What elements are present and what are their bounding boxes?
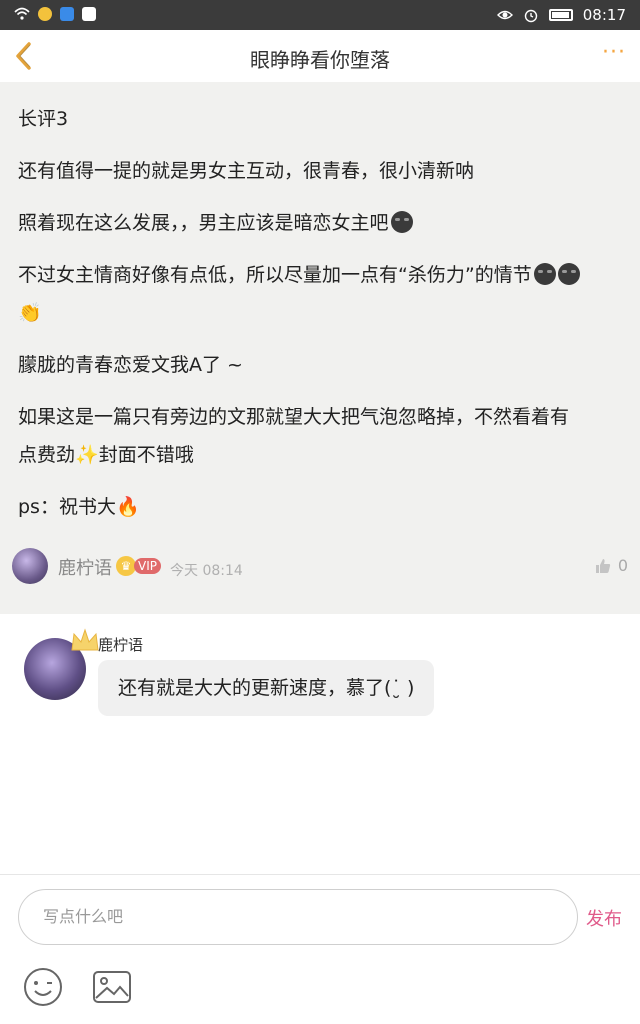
bulb-app-icon [38,7,52,21]
smirk-emoji-icon [557,263,580,285]
send-app-icon [60,7,74,21]
sparkle-emoji-icon: ✨ [75,444,99,466]
t-app-icon [82,7,96,21]
status-icons-left [14,6,96,22]
reply-item: 鹿柠语 还有就是大大的更新速度，慕了(˙̮ ) [0,626,640,726]
nav-bar: 眼睁睁看你堕落 ··· [0,30,640,83]
wifi-icon [14,7,30,20]
more-options-button[interactable]: ··· [602,40,626,65]
post-line-7: 点费劲✨封面不错哦 [18,444,194,466]
reply-author-name[interactable]: 鹿柠语 [98,634,143,655]
post-timestamp: 今天 08:14 [170,563,243,579]
status-time: 08:17 [582,6,626,24]
post-line-4: 不过女主情商好像有点低，所以尽量加一点有“杀伤力”的情节 [18,256,622,294]
crown-badge-icon: ♛ [116,556,136,576]
post-line-8: ps：祝书大🔥 [18,496,140,518]
post-line-1: 长评3 [18,108,69,130]
fire-emoji-icon: 🔥 [115,496,140,518]
page-title: 眼睁睁看你堕落 [250,48,390,72]
post-author-row: 鹿柠语 ♛ VIP 今天 08:14 0 [12,548,628,584]
author-name[interactable]: 鹿柠语 [58,554,112,580]
battery-icon [548,9,573,21]
like-count: 0 [617,556,628,575]
post-line-4b: 👏 [18,294,622,332]
thumbs-up-icon [595,558,610,573]
comment-input[interactable]: 写点什么吧 [18,889,578,945]
smirk-emoji-icon [533,263,556,285]
avatar[interactable] [12,548,48,584]
status-icons-right: 08:17 [496,6,626,24]
divider [0,874,640,875]
post-line-3: 照着现在这么发展，，男主应该是暗恋女主吧 [18,204,622,242]
crown-icon [71,628,99,651]
comment-post: 长评3 还有值得一提的就是男女主互动，很青春，很小清新呐 照着现在这么发展，，男… [0,82,640,614]
image-icon[interactable] [92,970,132,1004]
post-line-5: 朦胧的青春恋爱文我A了 ~ [18,354,243,376]
vip-badge: VIP [134,558,161,574]
alarm-icon [524,9,537,23]
send-button[interactable]: 发布 [586,905,622,931]
emoji-icon[interactable] [22,966,64,1008]
status-bar: 08:17 [0,0,640,30]
reply-bubble: 还有就是大大的更新速度，慕了(˙̮ ) [98,660,435,716]
eye-icon [496,10,513,20]
like-button[interactable]: 0 [594,556,628,575]
post-line-6: 如果这是一篇只有旁边的文那就望大大把气泡忽略掉，不然看着有 [18,406,570,428]
clap-emoji-icon: 👏 [18,302,42,324]
post-line-2: 还有值得一提的就是男女主互动，很青春，很小清新呐 [18,160,475,182]
smirk-emoji-icon [390,211,413,233]
